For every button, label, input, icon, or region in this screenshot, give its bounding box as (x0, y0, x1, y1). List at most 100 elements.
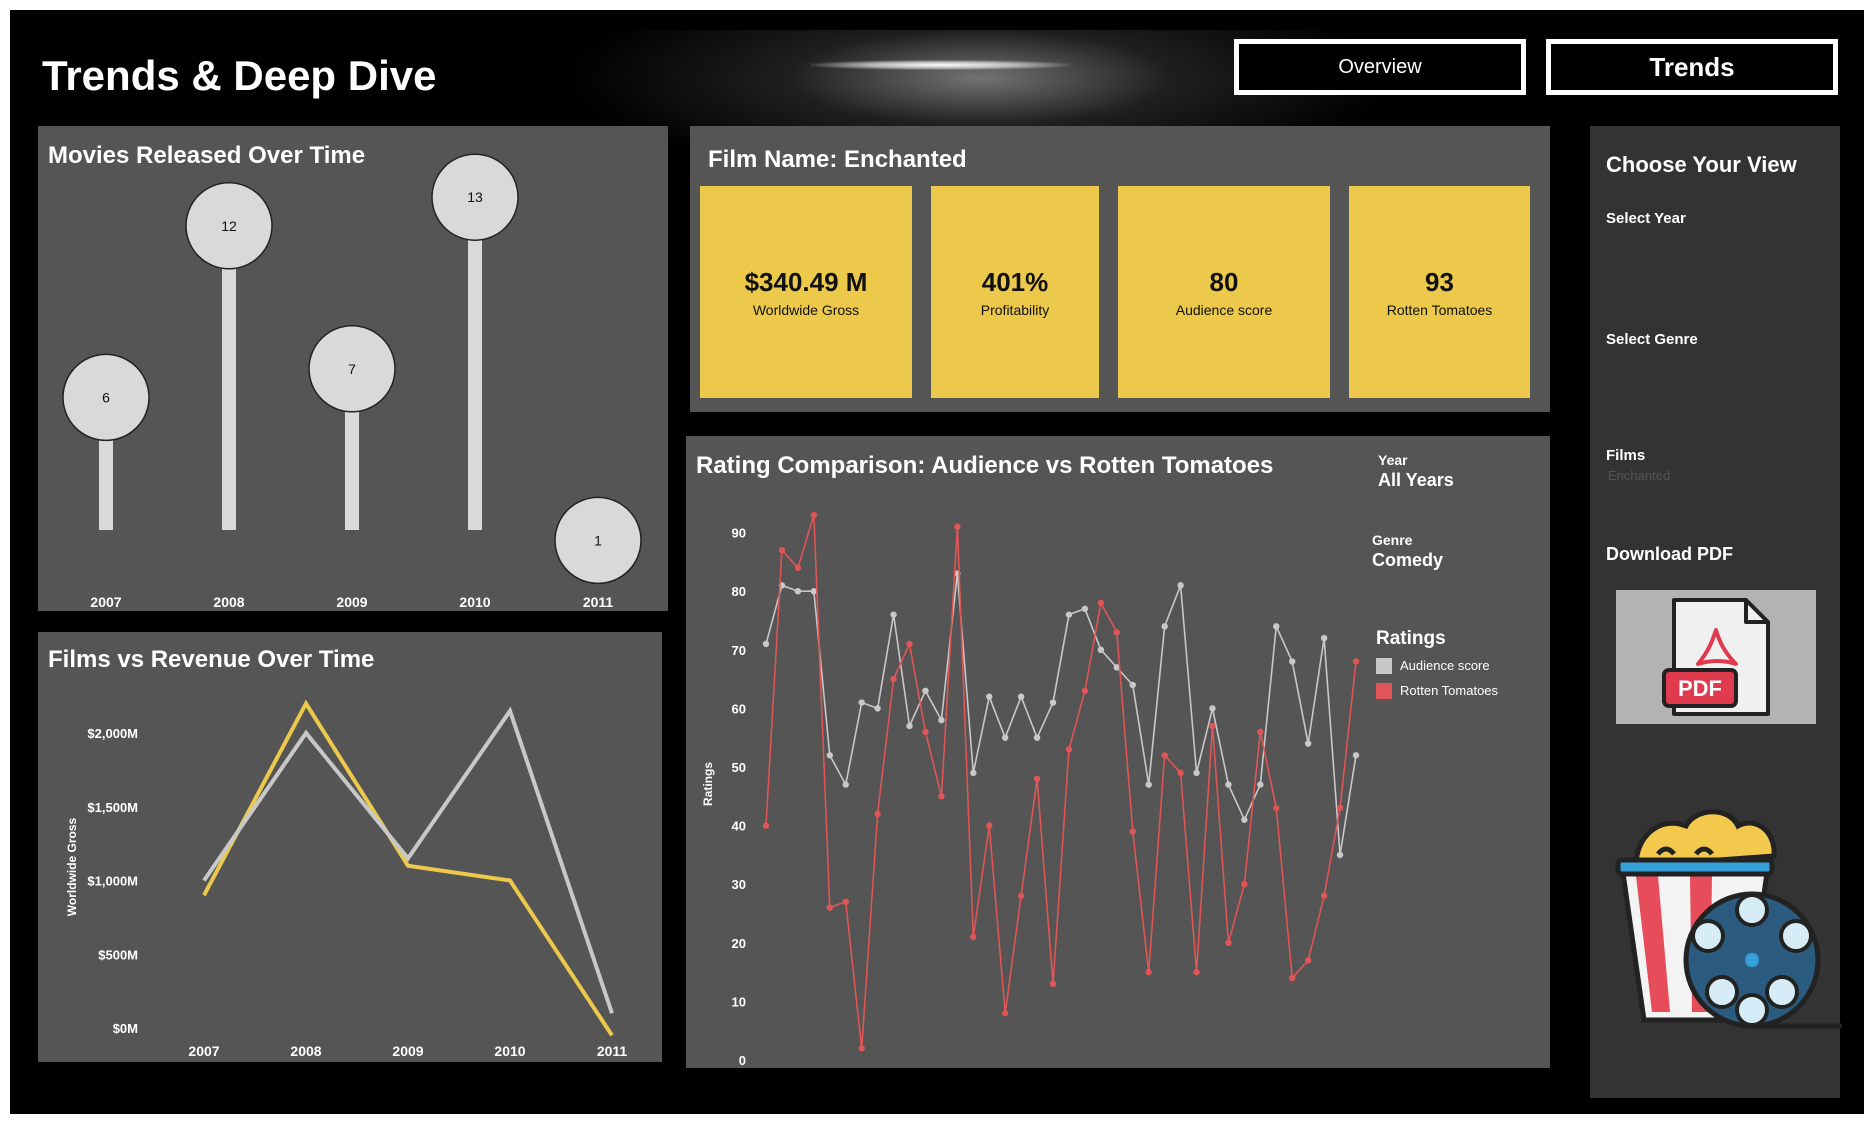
rating-point[interactable] (1161, 752, 1168, 759)
rating-point[interactable] (1289, 974, 1296, 982)
rating-point[interactable] (938, 793, 945, 800)
rating-point[interactable] (1129, 828, 1136, 835)
rating-point[interactable] (1033, 734, 1041, 741)
film-name-heading: Film Name: Enchanted (708, 146, 967, 173)
rating-point[interactable] (1017, 693, 1025, 700)
rating-point[interactable] (986, 693, 993, 700)
rating-point[interactable] (970, 933, 977, 941)
rating-point[interactable] (906, 640, 913, 648)
movies-released-chart: 6 2007 12 2008 7 2009 13 2010 1 2011 (62, 153, 642, 610)
rating-point[interactable] (1304, 740, 1312, 747)
rating-point[interactable] (762, 822, 770, 829)
rating-point[interactable] (1033, 775, 1041, 782)
rating-point[interactable] (842, 898, 849, 905)
revenue-series-line[interactable] (202, 699, 614, 1037)
rating-point[interactable] (1177, 769, 1184, 777)
rating-point[interactable] (1193, 769, 1200, 777)
rating-point[interactable] (1352, 658, 1360, 665)
rating-point[interactable] (1273, 623, 1280, 630)
rating-point[interactable] (1081, 605, 1089, 612)
rating-point[interactable] (970, 769, 977, 777)
rating-point[interactable] (938, 716, 945, 724)
rating-point[interactable] (874, 705, 881, 712)
x-tick-label: 2011 (597, 1043, 628, 1059)
rating-point[interactable] (1017, 892, 1025, 900)
rating-point[interactable] (778, 546, 786, 554)
rating-point[interactable] (1097, 599, 1105, 607)
rating-point[interactable] (1065, 746, 1073, 753)
rating-point[interactable] (1081, 687, 1089, 695)
trends-button[interactable]: Trends (1546, 39, 1838, 95)
rating-point[interactable] (1209, 722, 1216, 730)
rating-point[interactable] (1001, 734, 1009, 741)
rating-point[interactable] (954, 523, 961, 530)
rating-series-line[interactable] (765, 514, 1357, 1049)
rating-point[interactable] (1209, 705, 1216, 712)
rating-point[interactable] (794, 564, 802, 571)
select-genre-label[interactable]: Select Genre (1606, 331, 1698, 348)
rating-point[interactable] (1145, 781, 1152, 788)
y-tick-label: $1,500M (87, 800, 138, 815)
select-year-label[interactable]: Select Year (1606, 210, 1686, 227)
rating-point[interactable] (1001, 1009, 1009, 1017)
rating-point[interactable] (858, 699, 865, 706)
rating-point[interactable] (890, 611, 897, 618)
rating-series-line[interactable] (765, 573, 1357, 856)
rating-point[interactable] (1097, 646, 1105, 653)
legend-label-rotten[interactable]: Rotten Tomatoes (1400, 683, 1498, 698)
rating-point[interactable] (1193, 968, 1200, 976)
rating-point[interactable] (1336, 804, 1344, 812)
rating-point[interactable] (890, 675, 897, 683)
rating-point[interactable] (1289, 658, 1296, 665)
rating-point[interactable] (1177, 582, 1184, 589)
rating-point[interactable] (1257, 781, 1264, 788)
rating-point[interactable] (1241, 816, 1248, 823)
rating-point[interactable] (842, 781, 849, 788)
rating-point[interactable] (1129, 681, 1136, 689)
rating-point[interactable] (906, 722, 913, 730)
legend-swatch-rotten (1376, 683, 1392, 699)
y-tick-label: 0 (739, 1053, 746, 1068)
rating-point[interactable] (826, 752, 833, 759)
rating-point[interactable] (1065, 611, 1073, 618)
rating-point[interactable] (986, 822, 993, 829)
y-axis-label: Worldwide Gross (65, 817, 79, 916)
y-tick-label: 80 (732, 584, 746, 599)
kpi-value: 401% (981, 266, 1049, 297)
rating-point[interactable] (858, 1045, 865, 1052)
genre-filter-value[interactable]: Comedy (1372, 550, 1443, 571)
rating-point[interactable] (762, 640, 770, 648)
rating-point[interactable] (1145, 968, 1152, 976)
rating-point[interactable] (874, 810, 881, 818)
rating-point[interactable] (1273, 804, 1280, 812)
rating-point[interactable] (1161, 623, 1168, 630)
x-tick-label: 2008 (213, 594, 244, 610)
rating-point[interactable] (1320, 634, 1328, 642)
page-title: Trends & Deep Dive (42, 52, 437, 99)
rating-point[interactable] (810, 511, 818, 519)
rating-point[interactable] (1257, 728, 1264, 736)
films-revenue-panel: Films vs Revenue Over Time $0M $500M $1,00… (38, 632, 662, 1062)
rating-point[interactable] (1113, 629, 1121, 636)
rating-point[interactable] (794, 588, 802, 595)
year-filter-value[interactable]: All Years (1378, 470, 1454, 491)
rating-point[interactable] (1049, 980, 1057, 988)
rating-point[interactable] (1049, 699, 1057, 706)
rating-point[interactable] (1336, 851, 1344, 859)
films-value[interactable]: Enchanted (1608, 468, 1670, 483)
y-tick-label: 70 (732, 643, 746, 658)
rating-point[interactable] (826, 904, 833, 911)
rating-point[interactable] (1352, 752, 1360, 759)
rating-point[interactable] (922, 728, 929, 736)
genre-filter-label: Genre (1372, 532, 1413, 548)
overview-button[interactable]: Overview (1234, 39, 1526, 95)
rating-point[interactable] (1320, 892, 1328, 900)
download-pdf-button[interactable]: PDF (1616, 590, 1816, 724)
rating-point[interactable] (1304, 957, 1312, 964)
y-axis-label: Ratings (701, 762, 715, 806)
rating-point[interactable] (1241, 881, 1248, 888)
rating-point[interactable] (1225, 781, 1232, 788)
rating-point[interactable] (922, 687, 929, 695)
legend-label-audience[interactable]: Audience score (1400, 658, 1490, 673)
rating-point[interactable] (1225, 939, 1232, 946)
